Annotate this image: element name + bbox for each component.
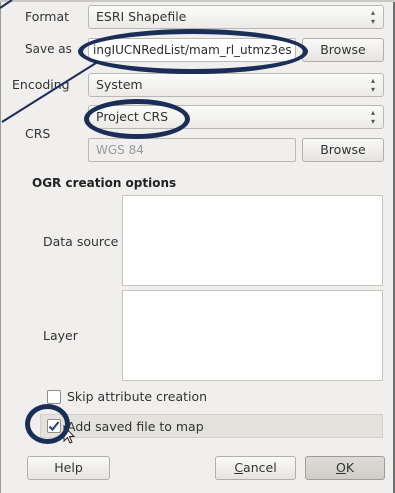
encoding-select[interactable]: System ▴ ▾ xyxy=(88,73,384,97)
cancel-button[interactable]: Cancel xyxy=(215,456,296,480)
layer-textarea[interactable] xyxy=(122,290,383,381)
ok-button[interactable]: OK xyxy=(305,456,385,480)
annotation-ellipse-checkbox xyxy=(25,404,70,444)
encoding-value: System xyxy=(96,77,143,92)
combo-arrows-icon: ▴ ▾ xyxy=(370,76,375,94)
data-source-label: Data source xyxy=(43,234,119,249)
ogr-options-title: OGR creation options xyxy=(32,176,177,190)
format-value: ESRI Shapefile xyxy=(96,9,187,24)
selected-crs-field: WGS 84 xyxy=(88,138,296,162)
skip-attribute-label: Skip attribute creation xyxy=(67,389,208,404)
crs-browse-button[interactable]: Browse xyxy=(302,138,384,162)
combo-arrows-icon: ▴ ▾ xyxy=(370,8,375,26)
save-as-browse-button[interactable]: Browse xyxy=(302,38,384,62)
help-button[interactable]: Help xyxy=(27,456,110,480)
format-select[interactable]: ESRI Shapefile ▴ ▾ xyxy=(88,5,384,29)
annotation-ellipse-save-as xyxy=(78,29,308,74)
add-to-map-label: Add saved file to map xyxy=(67,419,204,434)
combo-arrows-icon: ▴ ▾ xyxy=(370,108,375,126)
annotation-arrow-icon xyxy=(0,0,97,123)
data-source-textarea[interactable] xyxy=(122,195,383,286)
skip-attribute-checkbox[interactable] xyxy=(47,390,61,404)
layer-label: Layer xyxy=(43,328,78,343)
